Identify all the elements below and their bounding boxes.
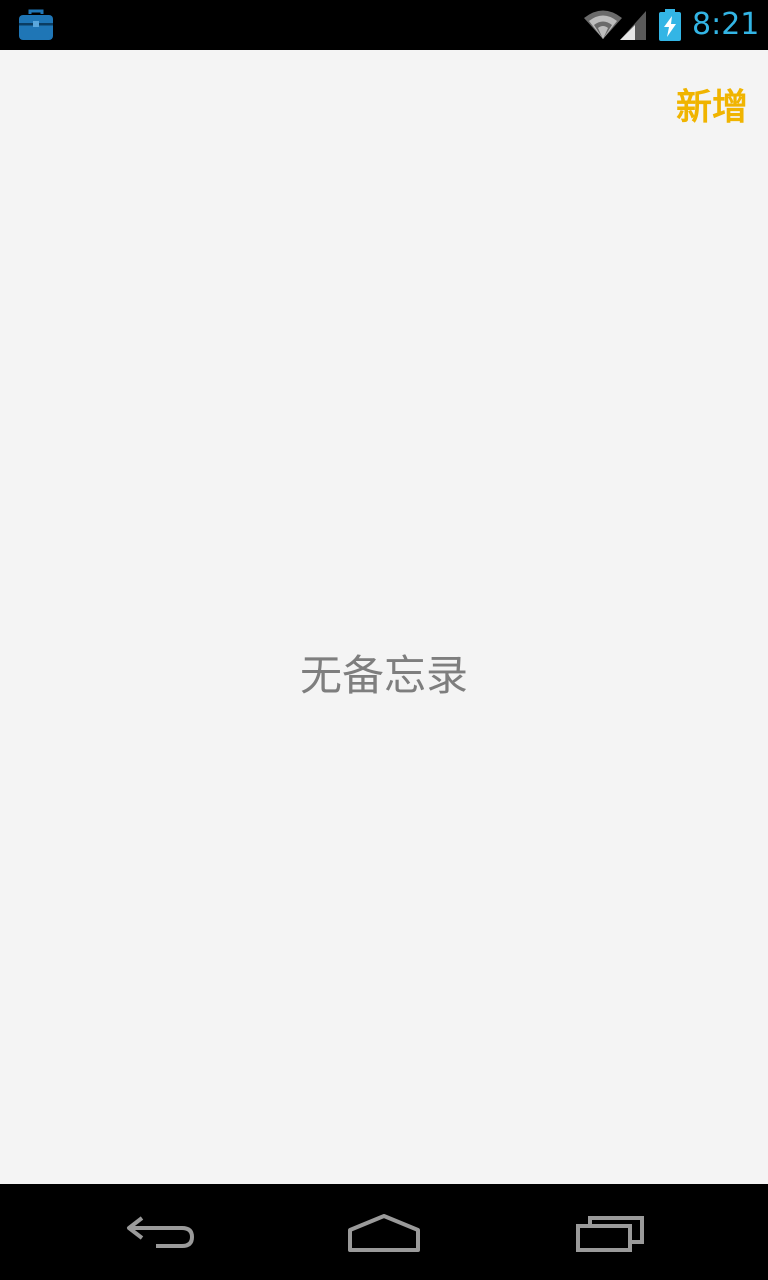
cell-signal-icon — [620, 11, 646, 40]
recents-icon[interactable] — [570, 1206, 650, 1258]
home-icon[interactable] — [344, 1206, 424, 1258]
status-bar: 8:21 — [0, 0, 768, 50]
memo-list-screen: 新增 无备忘录 — [0, 50, 768, 1184]
briefcase-icon — [19, 9, 53, 40]
battery-charging-icon — [659, 9, 681, 41]
empty-state-message: 无备忘录 — [299, 651, 468, 700]
status-clock: 8:21 — [692, 7, 760, 42]
back-icon[interactable] — [120, 1206, 200, 1258]
navigation-bar — [0, 1184, 768, 1280]
add-memo-button[interactable]: 新增 — [676, 86, 748, 130]
